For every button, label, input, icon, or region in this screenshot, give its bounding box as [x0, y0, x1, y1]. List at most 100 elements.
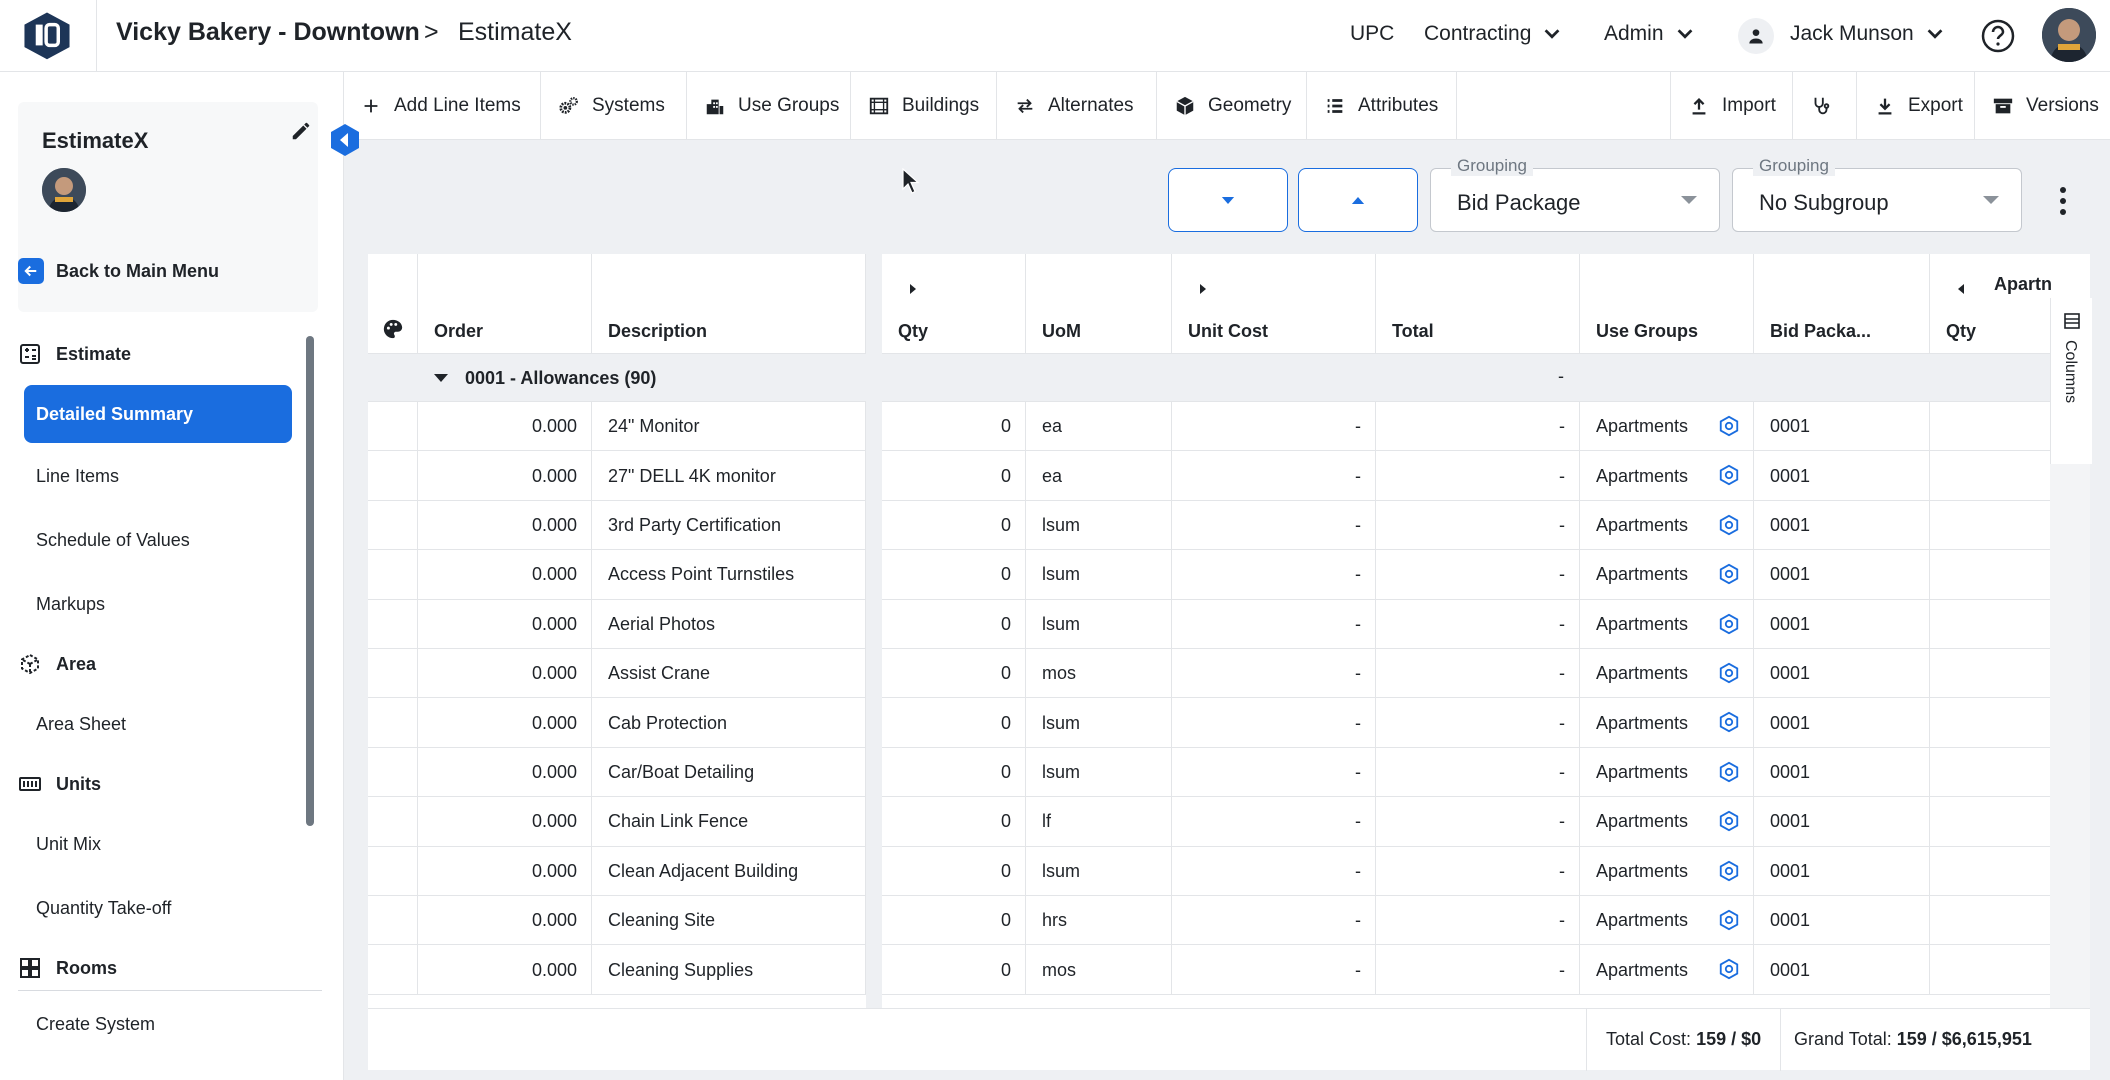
- cell-total[interactable]: -: [1376, 402, 1580, 452]
- cell-use-group[interactable]: Apartments: [1580, 797, 1754, 847]
- table-row[interactable]: 0.000 Chain Link Fence 0 lf - - Apartments 0001: [368, 797, 2090, 847]
- cell-total[interactable]: -: [1376, 500, 1580, 551]
- cell-total[interactable]: -: [1376, 747, 1580, 798]
- cell-unit-cost[interactable]: -: [1172, 945, 1376, 995]
- sidebar-item-markups[interactable]: Markups: [36, 594, 105, 615]
- cell-order[interactable]: 0.000: [418, 747, 592, 798]
- cell-bid-package[interactable]: 0001: [1754, 945, 1930, 995]
- settings-hex-icon[interactable]: [1718, 464, 1740, 486]
- header-use-groups[interactable]: Use Groups: [1580, 254, 1754, 354]
- cell-use-group[interactable]: Apartments: [1580, 896, 1754, 946]
- back-to-main-menu-button[interactable]: Back to Main Menu: [18, 258, 219, 284]
- export-button[interactable]: Export: [1858, 72, 1979, 140]
- pencil-icon[interactable]: [290, 120, 312, 142]
- cell-color[interactable]: [368, 649, 418, 699]
- use-groups-button[interactable]: Use Groups: [688, 72, 855, 140]
- cell-description[interactable]: Chain Link Fence: [592, 797, 866, 847]
- group-row[interactable]: 0001 - Allowances (90) -: [368, 354, 2090, 402]
- cell-unit-cost[interactable]: -: [1172, 402, 1376, 452]
- cell-uom[interactable]: mos: [1026, 649, 1172, 699]
- settings-hex-icon[interactable]: [1718, 563, 1740, 585]
- collapse-group-icon[interactable]: [434, 374, 448, 382]
- cell-total[interactable]: -: [1376, 797, 1580, 847]
- table-row[interactable]: 0.000 Car/Boat Detailing 0 lsum - - Apartments…: [368, 747, 2090, 798]
- cell-color[interactable]: [368, 945, 418, 995]
- cell-use-group[interactable]: Apartments: [1580, 599, 1754, 649]
- grouping-select[interactable]: Grouping Bid Package: [1430, 156, 1720, 232]
- app-logo-icon[interactable]: [18, 10, 76, 60]
- add-line-items-button[interactable]: Add Line Items: [344, 72, 537, 140]
- header-qty[interactable]: Qty: [882, 254, 1026, 354]
- header-order[interactable]: Order: [418, 254, 592, 354]
- table-row[interactable]: 0.000 Access Point Turnstiles 0 lsum - - Apart…: [368, 550, 2090, 600]
- cell-unit-cost[interactable]: -: [1172, 846, 1376, 896]
- cell-use-group[interactable]: Apartments: [1580, 451, 1754, 501]
- cell-uom[interactable]: hrs: [1026, 896, 1172, 946]
- cell-use-group[interactable]: Apartments: [1580, 550, 1754, 600]
- cell-order[interactable]: 0.000: [418, 451, 592, 501]
- cell-unit-cost[interactable]: -: [1172, 747, 1376, 798]
- cell-uom[interactable]: lsum: [1026, 747, 1172, 798]
- cell-total[interactable]: -: [1376, 945, 1580, 995]
- expand-caret-icon[interactable]: [1200, 284, 1206, 294]
- expand-caret-icon[interactable]: [910, 284, 916, 294]
- columns-panel-tab[interactable]: Columns: [2050, 298, 2092, 464]
- cell-description[interactable]: Car/Boat Detailing: [592, 747, 866, 798]
- sidebar-item-line-items[interactable]: Line Items: [36, 466, 119, 487]
- sidebar-scrollbar[interactable]: [306, 336, 314, 826]
- cell-qty[interactable]: 0: [882, 599, 1026, 649]
- subgrouping-select[interactable]: Grouping No Subgroup: [1732, 156, 2022, 232]
- settings-hex-icon[interactable]: [1718, 711, 1740, 733]
- cell-bid-package[interactable]: 0001: [1754, 649, 1930, 699]
- table-row[interactable]: 0.000 3rd Party Certification 0 lsum - - Apart…: [368, 500, 2090, 551]
- nav-contracting[interactable]: Contracting: [1424, 22, 1563, 46]
- sidebar-item-quantity-takeoff[interactable]: Quantity Take-off: [36, 898, 171, 919]
- cell-order[interactable]: 0.000: [418, 797, 592, 847]
- cell-unit-cost[interactable]: -: [1172, 896, 1376, 946]
- cell-uom[interactable]: lsum: [1026, 550, 1172, 600]
- cell-use-group[interactable]: Apartments: [1580, 945, 1754, 995]
- avatar[interactable]: [2042, 8, 2096, 62]
- collapse-sidebar-icon[interactable]: [328, 123, 362, 157]
- sidebar-item-schedule-of-values[interactable]: Schedule of Values: [36, 530, 190, 551]
- header-total[interactable]: Total: [1376, 254, 1580, 354]
- header-description[interactable]: Description: [592, 254, 866, 354]
- cell-color[interactable]: [368, 500, 418, 551]
- settings-hex-icon[interactable]: [1718, 415, 1740, 437]
- settings-hex-icon[interactable]: [1718, 810, 1740, 832]
- header-color-column[interactable]: [368, 254, 418, 354]
- cell-uom[interactable]: ea: [1026, 451, 1172, 501]
- cell-uom[interactable]: lsum: [1026, 599, 1172, 649]
- grid-vertical-scrollbar[interactable]: [2050, 464, 2090, 1008]
- cell-unit-cost[interactable]: -: [1172, 500, 1376, 551]
- cell-description[interactable]: Access Point Turnstiles: [592, 550, 866, 600]
- table-row[interactable]: 0.000 Aerial Photos 0 lsum - - Apartments 0001: [368, 599, 2090, 649]
- cell-total[interactable]: -: [1376, 698, 1580, 748]
- header-unit-cost[interactable]: Unit Cost: [1172, 254, 1376, 354]
- cell-qty[interactable]: 0: [882, 500, 1026, 551]
- cell-uom[interactable]: lf: [1026, 797, 1172, 847]
- cell-bid-package[interactable]: 0001: [1754, 698, 1930, 748]
- stethoscope-button[interactable]: [1794, 72, 1848, 140]
- cell-use-group[interactable]: Apartments: [1580, 500, 1754, 551]
- sidebar-item-unit-mix[interactable]: Unit Mix: [36, 834, 101, 855]
- collapse-caret-icon[interactable]: [1958, 284, 1964, 294]
- cell-uom[interactable]: lsum: [1026, 500, 1172, 551]
- cell-color[interactable]: [368, 599, 418, 649]
- cell-uom[interactable]: lsum: [1026, 698, 1172, 748]
- nav-admin[interactable]: Admin: [1604, 22, 1696, 46]
- cell-bid-package[interactable]: 0001: [1754, 550, 1930, 600]
- cell-color[interactable]: [368, 747, 418, 798]
- table-row[interactable]: 0.000 27" DELL 4K monitor 0 ea - - Apartments 0…: [368, 451, 2090, 501]
- cell-order[interactable]: 0.000: [418, 649, 592, 699]
- cell-description[interactable]: 3rd Party Certification: [592, 500, 866, 551]
- cell-bid-package[interactable]: 0001: [1754, 599, 1930, 649]
- cell-order[interactable]: 0.000: [418, 500, 592, 551]
- cell-qty[interactable]: 0: [882, 797, 1026, 847]
- cell-total[interactable]: -: [1376, 846, 1580, 896]
- cell-bid-package[interactable]: 0001: [1754, 747, 1930, 798]
- cell-unit-cost[interactable]: -: [1172, 649, 1376, 699]
- table-row[interactable]: 0.000 Cleaning Supplies 0 mos - - Apartments 00…: [368, 945, 2090, 995]
- cell-order[interactable]: 0.000: [418, 599, 592, 649]
- cell-color[interactable]: [368, 846, 418, 896]
